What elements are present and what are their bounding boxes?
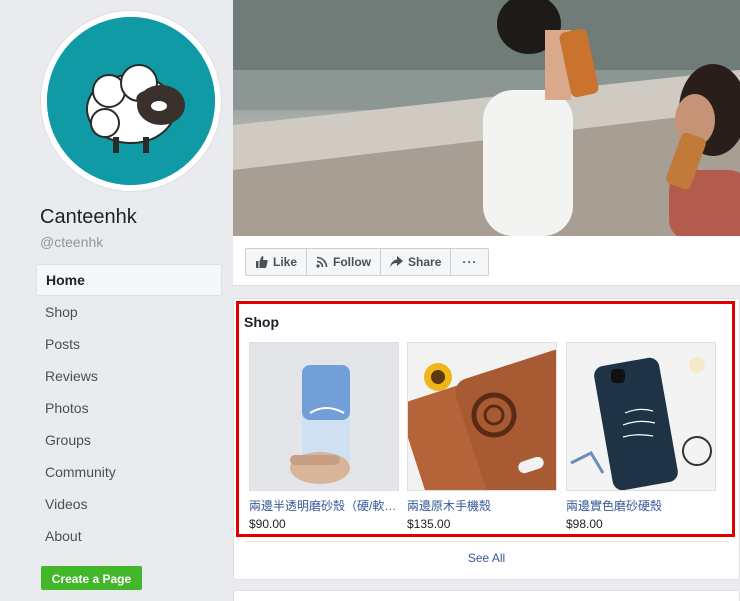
product-name[interactable]: 兩邊實色磨砂硬殼 (566, 497, 716, 514)
nav-item-community[interactable]: Community (36, 456, 222, 488)
nav-item-photos[interactable]: Photos (36, 392, 222, 424)
profile-picture-frame[interactable] (40, 10, 222, 192)
follow-button[interactable]: Follow (306, 248, 382, 276)
nav-item-home[interactable]: Home (36, 264, 222, 296)
share-arrow-icon (390, 256, 404, 268)
profile-picture[interactable] (47, 17, 215, 185)
product-name[interactable]: 兩邊半透明磨砂殼（硬/軟… (249, 497, 399, 514)
shop-title: Shop (244, 314, 279, 330)
sheep-logo-icon (47, 17, 215, 185)
nav-item-videos[interactable]: Videos (36, 488, 222, 520)
like-button[interactable]: Like (245, 248, 308, 276)
see-all-link[interactable]: See All (234, 551, 739, 565)
product-name[interactable]: 兩邊原木手機殼 (407, 497, 557, 514)
nav-item-shop[interactable]: Shop (36, 296, 222, 328)
shop-section: Shop 兩邊半透明磨砂殼（硬/軟… $90.00 兩邊原木手機殼 $135.0… (233, 298, 740, 580)
product-photo-wooden-case (408, 343, 556, 490)
more-dots-icon: ··· (462, 255, 478, 269)
thumbs-up-icon (256, 256, 268, 268)
next-section-card (233, 590, 740, 601)
page-title[interactable]: Canteenhk (40, 206, 137, 229)
cover-photo[interactable] (233, 0, 740, 236)
product-image[interactable] (566, 342, 716, 491)
nav-item-groups[interactable]: Groups (36, 424, 222, 456)
product-price: $98.00 (566, 517, 603, 531)
product-card[interactable]: 兩邊原木手機殼 $135.00 (407, 342, 557, 531)
action-buttons: Like Follow Share ··· (245, 248, 490, 276)
cover-photo-image (233, 0, 740, 236)
product-card[interactable]: 兩邊半透明磨砂殼（硬/軟… $90.00 (249, 342, 399, 531)
more-options-button[interactable]: ··· (450, 248, 490, 276)
like-label: Like (273, 255, 298, 269)
nav-item-reviews[interactable]: Reviews (36, 360, 222, 392)
share-label: Share (408, 255, 442, 269)
product-photo-dark-case (567, 343, 715, 490)
nav-item-posts[interactable]: Posts (36, 328, 222, 360)
rss-follow-icon (316, 256, 328, 268)
share-button[interactable]: Share (380, 248, 452, 276)
divider (244, 541, 729, 542)
page-handle[interactable]: @cteenhk (40, 234, 103, 250)
left-sidebar: Canteenhk @cteenhk Home Shop Posts Revie… (0, 0, 233, 601)
follow-label: Follow (333, 255, 372, 269)
product-image[interactable] (249, 342, 399, 491)
product-price: $135.00 (407, 517, 451, 531)
product-photo-translucent-case (250, 343, 398, 490)
product-card[interactable]: 兩邊實色磨砂硬殼 $98.00 (566, 342, 716, 531)
product-price: $90.00 (249, 517, 286, 531)
create-page-button[interactable]: Create a Page (41, 566, 142, 590)
page-action-bar: Like Follow Share ··· (233, 236, 740, 286)
page-nav: Home Shop Posts Reviews Photos Groups Co… (36, 264, 222, 552)
product-image[interactable] (407, 342, 557, 491)
nav-item-about[interactable]: About (36, 520, 222, 552)
